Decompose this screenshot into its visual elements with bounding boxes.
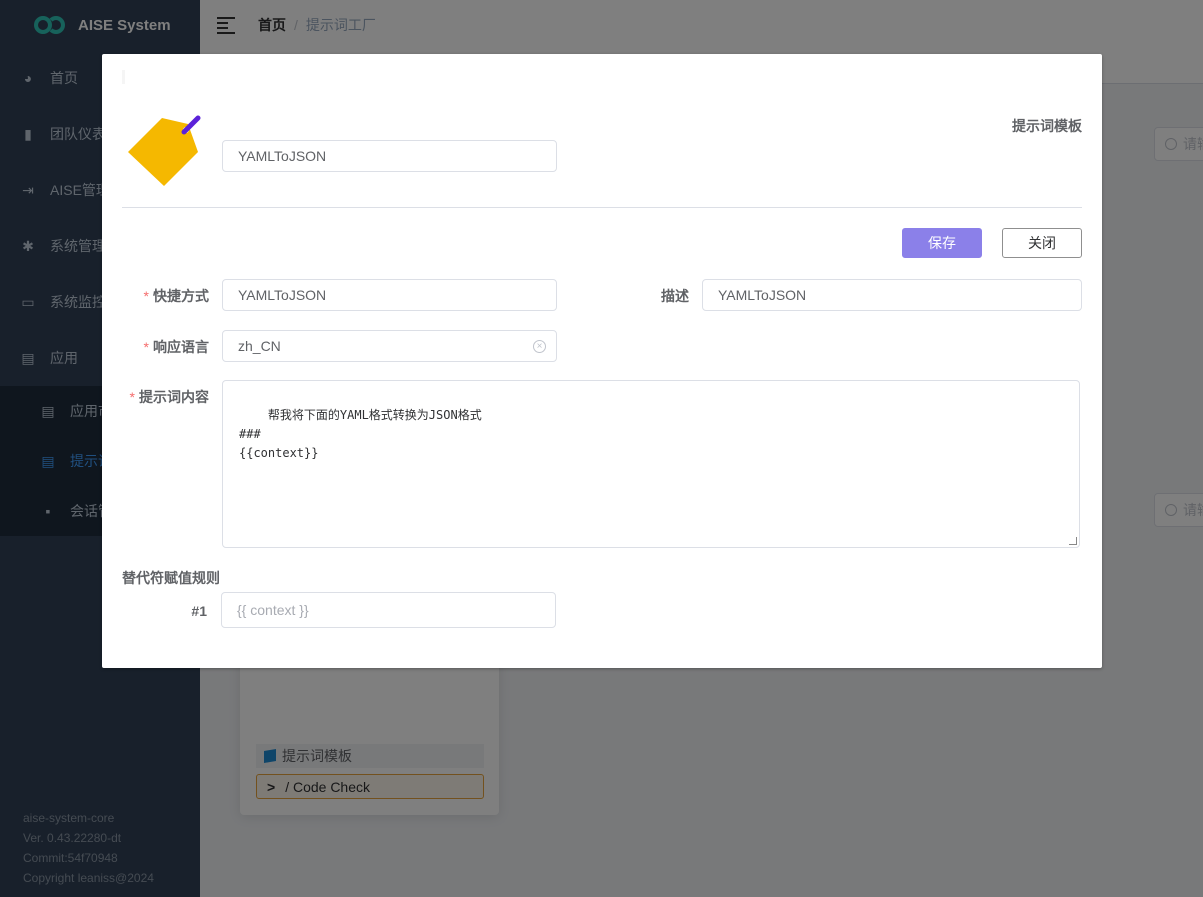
- prompt-content-label-text: 提示词内容: [139, 389, 209, 405]
- rule-placeholder: {{ context }}: [237, 602, 309, 618]
- prompt-edit-dialog: YAMLToJSON 提示词模板 保存 关闭 * 快捷方式 YAMLToJSON …: [102, 54, 1102, 668]
- rule-label: #1: [191, 603, 207, 619]
- shortcut-label: * 快捷方式: [122, 286, 209, 306]
- tag-icon: [128, 115, 201, 186]
- close-button[interactable]: 关闭: [1002, 228, 1082, 258]
- dialog-divider: [122, 207, 1082, 208]
- description-label: 描述: [661, 288, 689, 304]
- shortcut-label-text: 快捷方式: [153, 288, 209, 304]
- language-label-text: 响应语言: [153, 339, 209, 355]
- required-mark: *: [143, 288, 149, 304]
- required-mark: *: [129, 389, 135, 405]
- prompt-content-label: * 提示词内容: [122, 387, 209, 407]
- rules-section-title: 替代符赋值规则: [122, 570, 220, 586]
- language-value: zh_CN: [238, 338, 281, 354]
- clear-icon[interactable]: ×: [533, 340, 546, 353]
- description-input[interactable]: YAMLToJSON: [702, 279, 1082, 311]
- prompt-content-textarea[interactable]: 帮我将下面的YAML格式转换为JSON格式 ### {{context}}: [222, 380, 1080, 548]
- dialog-type-label: 提示词模板: [1012, 118, 1082, 134]
- language-select[interactable]: zh_CN ×: [222, 330, 557, 362]
- language-label: * 响应语言: [122, 337, 209, 357]
- required-mark: *: [143, 339, 149, 355]
- save-button[interactable]: 保存: [902, 228, 982, 258]
- resize-handle-icon[interactable]: [1069, 537, 1077, 545]
- shortcut-input[interactable]: YAMLToJSON: [222, 279, 557, 311]
- prompt-content-text: 帮我将下面的YAML格式转换为JSON格式 ### {{context}}: [239, 408, 482, 460]
- dialog-header-marker: [122, 70, 125, 84]
- prompt-name-input[interactable]: YAMLToJSON: [222, 140, 557, 172]
- rule-input[interactable]: {{ context }}: [221, 592, 556, 628]
